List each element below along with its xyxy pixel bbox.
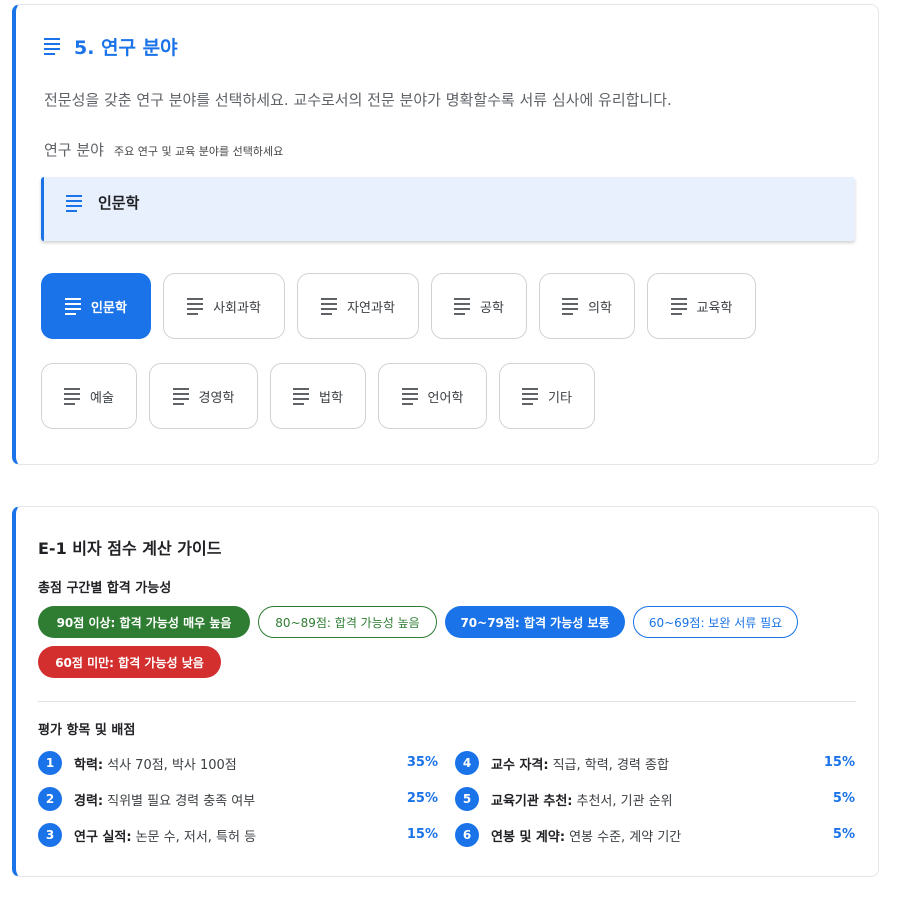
selected-field-display: 인문학 — [41, 177, 855, 241]
range-badge-60-69: 60~69점: 보완 서류 필요 — [633, 606, 798, 638]
score-guide-card: E-1 비자 점수 계산 가이드 총점 구간별 합격 가능성 90점 이상: 합… — [12, 506, 879, 877]
research-field-card: 5. 연구 분야 전문성을 갖춘 연구 분야를 선택하세요. 교수로서의 전문 … — [12, 4, 879, 465]
criteria-item: 1 학력: 석사 70점, 박사 100점 — [38, 751, 237, 775]
section-title-text: 5. 연구 분야 — [74, 37, 178, 59]
item-name: 연봉 및 계약: — [491, 829, 566, 845]
notes-icon — [44, 38, 60, 55]
item-number: 3 — [38, 823, 62, 847]
field-option-label: 사회과학 — [213, 300, 261, 316]
divider — [38, 701, 856, 702]
field-option-label: 예술 — [90, 390, 114, 406]
field-option-label: 법학 — [319, 390, 343, 406]
item-name: 연구 실적: — [74, 829, 132, 845]
selected-field-value: 인문학 — [98, 194, 140, 212]
notes-icon — [187, 297, 204, 315]
section-title: 5. 연구 분야 — [44, 33, 178, 60]
item-detail: 연봉 수준, 계약 기간 — [569, 829, 682, 845]
field-label-row: 연구 분야 주요 연구 및 교육 분야를 선택하세요 — [44, 139, 283, 160]
field-option-business[interactable]: 경영학 — [149, 363, 258, 429]
item-name: 경력: — [74, 793, 104, 809]
field-option-humanities[interactable]: 인문학 — [41, 273, 151, 339]
criteria-item: 5 교육기관 추천: 추천서, 기관 순위 — [455, 787, 673, 811]
criteria-item: 3 연구 실적: 논문 수, 저서, 특허 등 — [38, 823, 256, 847]
field-option-label: 경영학 — [198, 390, 235, 406]
field-option-engineering[interactable]: 공학 — [431, 273, 527, 339]
criteria-item: 2 경력: 직위별 필요 경력 충족 여부 — [38, 787, 255, 811]
item-number: 5 — [455, 787, 479, 811]
field-option-education[interactable]: 교육학 — [647, 273, 756, 339]
item-number: 2 — [38, 787, 62, 811]
notes-icon — [670, 297, 687, 315]
guide-title: E-1 비자 점수 계산 가이드 — [38, 539, 222, 558]
field-option-arts[interactable]: 예술 — [41, 363, 137, 429]
item-weight: 15% — [823, 755, 855, 770]
field-option-social-science[interactable]: 사회과학 — [163, 273, 285, 339]
field-option-other[interactable]: 기타 — [499, 363, 595, 429]
field-option-label: 기타 — [548, 390, 572, 406]
notes-icon — [562, 297, 579, 315]
item-name: 교육기관 추천: — [491, 793, 573, 809]
field-option-label: 언어학 — [427, 390, 464, 406]
item-weight: 35% — [406, 755, 438, 770]
field-option-label: 교육학 — [696, 300, 733, 316]
item-name: 교수 자격: — [491, 757, 549, 773]
criteria-item: 6 연봉 및 계약: 연봉 수준, 계약 기간 — [455, 823, 681, 847]
notes-icon — [64, 387, 81, 405]
item-weight: 5% — [832, 827, 855, 842]
item-number: 1 — [38, 751, 62, 775]
field-option-label: 자연과학 — [347, 300, 395, 316]
item-detail: 추천서, 기관 순위 — [576, 793, 673, 809]
field-hint: 주요 연구 및 교육 분야를 선택하세요 — [113, 145, 284, 158]
item-weight: 15% — [406, 827, 438, 842]
notes-icon — [321, 297, 338, 315]
item-detail: 논문 수, 저서, 특허 등 — [135, 829, 257, 845]
item-number: 6 — [455, 823, 479, 847]
field-option-label: 공학 — [480, 300, 504, 316]
field-option-medicine[interactable]: 의학 — [539, 273, 635, 339]
field-option-law[interactable]: 법학 — [270, 363, 366, 429]
items-title: 평가 항목 및 배점 — [38, 723, 136, 738]
item-detail: 직위별 필요 경력 충족 여부 — [107, 793, 256, 809]
notes-icon — [454, 297, 471, 315]
item-number: 4 — [455, 751, 479, 775]
field-option-natural-science[interactable]: 자연과학 — [297, 273, 419, 339]
notes-icon — [522, 387, 539, 405]
section-description: 전문성을 갖춘 연구 분야를 선택하세요. 교수로서의 전문 분야가 명확할수록… — [44, 91, 672, 109]
field-label: 연구 분야 — [44, 141, 104, 159]
field-option-label: 인문학 — [91, 300, 127, 316]
item-detail: 직급, 학력, 경력 종합 — [552, 757, 669, 773]
range-badge-70-79: 70~79점: 합격 가능성 보통 — [445, 606, 625, 638]
field-option-label: 의학 — [588, 300, 612, 316]
notes-icon — [172, 387, 189, 405]
notes-icon — [401, 387, 418, 405]
range-badge-below-60: 60점 미만: 합격 가능성 낮음 — [38, 646, 221, 678]
range-badge-80-89: 80~89점: 합격 가능성 높음 — [258, 606, 437, 638]
item-detail: 석사 70점, 박사 100점 — [107, 757, 237, 773]
item-weight: 5% — [832, 791, 855, 806]
criteria-item: 4 교수 자격: 직급, 학력, 경력 종합 — [455, 751, 669, 775]
item-weight: 25% — [406, 791, 438, 806]
range-badge-90-plus: 90점 이상: 합격 가능성 매우 높음 — [38, 606, 250, 638]
ranges-title: 총점 구간별 합격 가능성 — [38, 581, 172, 596]
notes-icon — [65, 297, 82, 315]
notes-icon — [293, 387, 310, 405]
field-option-linguistics[interactable]: 언어학 — [378, 363, 487, 429]
item-name: 학력: — [74, 757, 104, 773]
notes-icon — [66, 195, 82, 212]
